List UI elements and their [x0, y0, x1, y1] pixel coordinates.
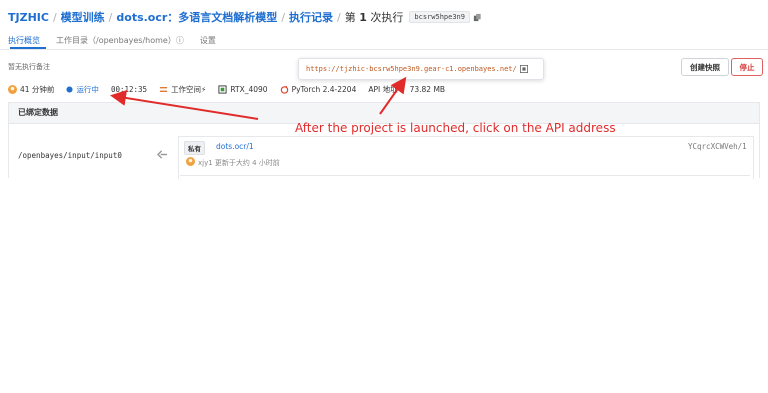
mount-path: /openbayes/input/input0: [18, 151, 122, 160]
status-framework: PyTorch 2.4-2204: [280, 85, 356, 94]
status-workspace[interactable]: 工作空间⚡: [159, 84, 206, 95]
tab-workdir[interactable]: 工作目录（/openbayes/home）ⓘ: [56, 33, 184, 49]
status-state: 运行中: [66, 84, 99, 95]
breadcrumb: TJZHIC / 模型训练 / dots.ocr：多语言文档解析模型 / 执行记…: [8, 9, 482, 25]
workspace-icon: [159, 86, 168, 92]
copy-icon[interactable]: [473, 13, 482, 22]
gpu-chip-icon: [218, 84, 227, 94]
breadcrumb-section-link[interactable]: 模型训练: [61, 9, 105, 25]
breadcrumb-page-link[interactable]: 执行记录: [289, 9, 333, 25]
user-avatar-icon: [8, 84, 17, 94]
running-dot-icon: [66, 85, 73, 93]
status-size: 73.82 MB: [409, 84, 446, 94]
breadcrumb-separator: /: [108, 10, 113, 24]
private-badge: 私有: [184, 141, 205, 155]
api-url-text[interactable]: https://tjzhic-bcsrw5hpe3n9.gear-c1.open…: [306, 65, 517, 73]
breadcrumb-separator: /: [281, 10, 286, 24]
api-url-tooltip: https://tjzhic-bcsrw5hpe3n9.gear-c1.open…: [298, 58, 544, 80]
status-row: 41 分钟前 运行中 00:12:35 工作空间⚡ RTX_4090 PyTor…: [8, 83, 457, 95]
status-gpu: RTX_4090: [218, 84, 268, 94]
execution-note: 暂无执行备注: [8, 63, 50, 71]
status-age: 41 分钟前: [8, 84, 54, 95]
stop-button[interactable]: 停止: [731, 58, 763, 76]
breadcrumb-separator: /: [337, 10, 341, 24]
execution-hash-badge: bcsrw5hpe3n9: [409, 11, 470, 23]
breadcrumb-separator: /: [52, 10, 57, 24]
annotation-text: After the project is launched, click on …: [295, 121, 616, 135]
avatar-icon: [186, 157, 195, 166]
tabs-divider: [0, 49, 768, 50]
dataset-version-hash: YCqrcXCWVeh/1: [688, 142, 747, 151]
card-divider: [180, 175, 750, 176]
api-address-link[interactable]: API 地址: [368, 84, 397, 95]
external-link-icon[interactable]: [519, 65, 528, 73]
breadcrumb-user-link[interactable]: TJZHIC: [8, 11, 49, 24]
tab-settings[interactable]: 设置: [200, 33, 216, 49]
status-duration: 00:12:35: [110, 84, 148, 94]
breadcrumb-project-link[interactable]: dots.ocr：多语言文档解析模型: [116, 9, 277, 25]
breadcrumb-current: 第 1 次执行: [344, 11, 404, 24]
dataset-link[interactable]: dots.ocr/1: [216, 142, 254, 151]
arrow-left-icon: [157, 150, 167, 159]
dataset-updated-by: xjy1 更新于大约 4 小时前: [198, 159, 280, 167]
create-snapshot-button[interactable]: 创建快照: [681, 58, 729, 76]
pytorch-icon: [280, 85, 288, 94]
